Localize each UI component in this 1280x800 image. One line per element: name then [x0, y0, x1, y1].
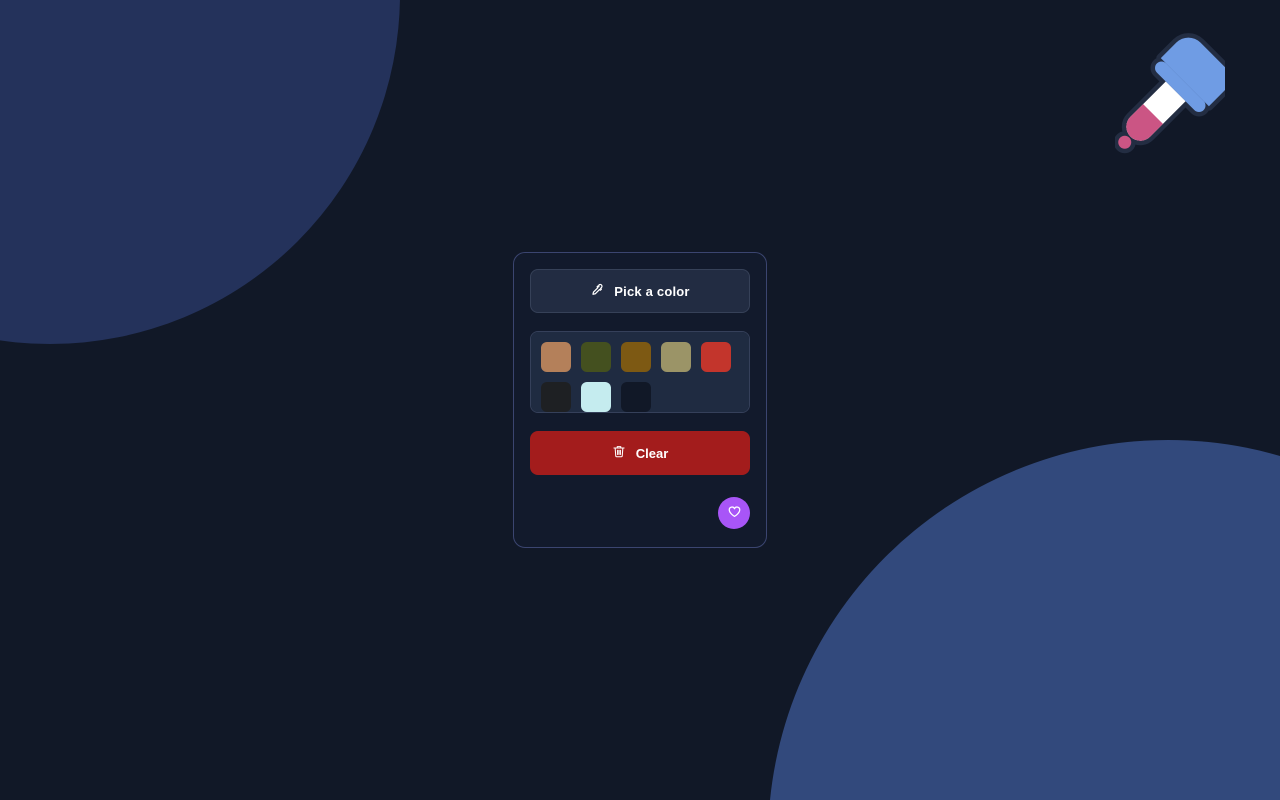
color-swatch[interactable]	[581, 382, 611, 412]
color-swatch[interactable]	[541, 382, 571, 412]
eyedropper-icon	[590, 283, 604, 300]
trash-icon	[612, 444, 626, 462]
color-swatch[interactable]	[621, 342, 651, 372]
card-footer	[530, 497, 750, 531]
color-swatch[interactable]	[581, 342, 611, 372]
background-circle-top-left	[0, 0, 400, 344]
heart-icon	[727, 504, 742, 522]
pick-a-color-label: Pick a color	[614, 283, 690, 299]
color-swatch[interactable]	[621, 382, 651, 412]
favorite-button[interactable]	[718, 497, 750, 529]
color-swatch[interactable]	[661, 342, 691, 372]
color-swatch[interactable]	[701, 342, 731, 372]
swatch-grid	[541, 342, 739, 412]
background-circle-bottom-right	[768, 440, 1280, 800]
eyedropper-illustration	[1113, 25, 1234, 170]
pick-a-color-button[interactable]: Pick a color	[530, 269, 750, 313]
saved-colors-panel[interactable]	[530, 331, 750, 413]
clear-button[interactable]: Clear	[530, 431, 750, 475]
color-picker-card: Pick a color Clear	[513, 252, 767, 548]
clear-label: Clear	[635, 445, 669, 461]
color-swatch[interactable]	[541, 342, 571, 372]
